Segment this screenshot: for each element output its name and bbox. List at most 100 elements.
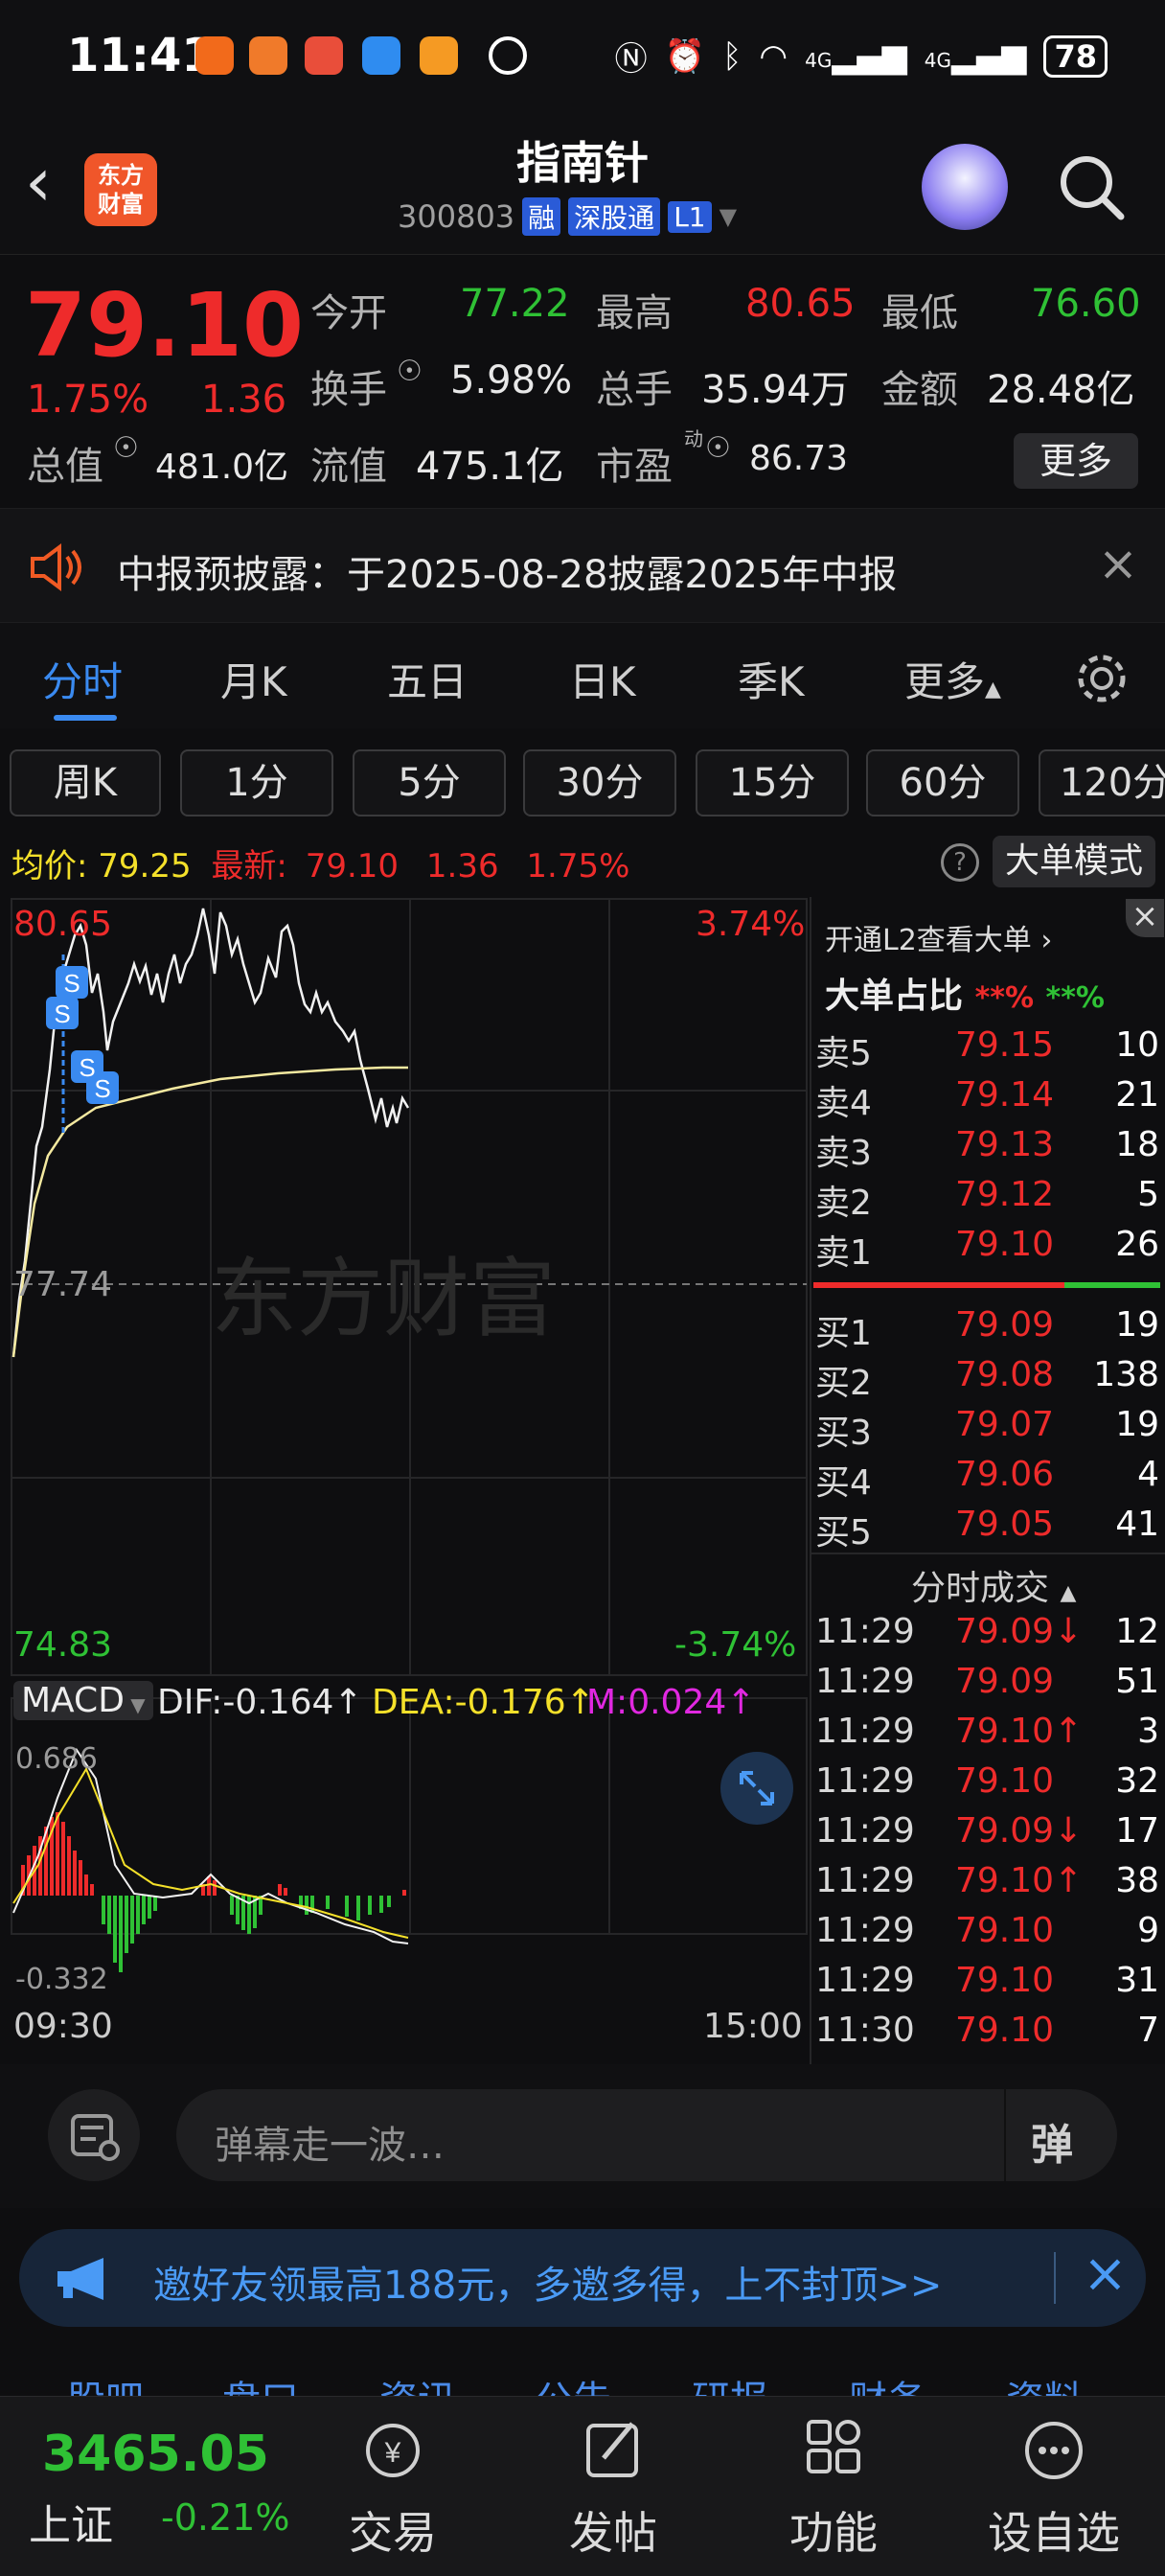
avg-price: 79.25	[98, 847, 192, 886]
help-icon[interactable]: ?	[941, 843, 979, 882]
tab-intraday[interactable]: 分时	[42, 650, 123, 708]
buy-row[interactable]: 买4 79.06 4	[810, 1455, 1159, 1505]
clock: 11:41	[67, 29, 214, 82]
buy-row[interactable]: 买3 79.07 19	[810, 1405, 1159, 1455]
big-order-ratio: 大单占比 **% **%	[825, 977, 1105, 1016]
float-cap-label: 流值	[310, 445, 387, 489]
tab-daily-k[interactable]: 日K	[569, 650, 636, 708]
invite-text: 邀好友领最高188元，多邀多得，上不封顶>>	[153, 2264, 943, 2308]
macd-dif: DIF:-0.164↑	[157, 1683, 363, 1722]
high-value: 80.65	[745, 282, 856, 326]
signal-icon: 4G▂▄▆	[805, 36, 907, 76]
tab-five-day[interactable]: 五日	[387, 650, 468, 708]
settings-gear-icon[interactable]	[1073, 650, 1131, 707]
chart-canvas: S S S S 东方财富	[11, 898, 808, 1972]
close-icon[interactable]: ×	[1098, 536, 1138, 591]
info-icon[interactable]: ☉	[113, 431, 139, 465]
danmu-bar: 弹幕走一波… 弹	[0, 2064, 1165, 2208]
trades-title[interactable]: 分时成交 ▲	[911, 1560, 1076, 1610]
tab-monthly-k[interactable]: 月K	[220, 650, 287, 708]
latest-label: 最新:	[211, 847, 287, 886]
margin-tag: 融	[522, 197, 561, 236]
period-5min[interactable]: 5分	[353, 749, 506, 816]
float-cap-value: 475.1亿	[416, 445, 564, 489]
danmu-toggle-button[interactable]: 弹	[1031, 2110, 1073, 2172]
app-notification-icon	[362, 36, 400, 75]
ratio-bar-red	[813, 1282, 1064, 1288]
search-icon[interactable]	[1056, 151, 1127, 222]
trade-row: 11:29 79.10 31	[815, 1961, 1159, 2000]
amount-value: 28.48亿	[987, 368, 1135, 412]
period-15min[interactable]: 15分	[696, 749, 849, 816]
info-icon[interactable]: ☉	[705, 431, 731, 465]
sell-row[interactable]: 卖1 79.10 26	[810, 1225, 1159, 1275]
indicator-selector[interactable]: MACD ▼	[13, 1681, 153, 1720]
buy-row[interactable]: 买5 79.05 41	[810, 1505, 1159, 1554]
nav-functions[interactable]: 功能	[766, 2416, 901, 2562]
close-icon[interactable]: ×	[1126, 899, 1164, 937]
sell-row[interactable]: 卖4 79.14 21	[810, 1075, 1159, 1125]
quote-panel: 79.10 1.75% 1.36 今开 77.22 最高 80.65 最低 76…	[0, 254, 1165, 508]
index-name[interactable]: 上证	[29, 2491, 113, 2552]
trade-row: 11:29 79.10↑ 3	[815, 1712, 1159, 1751]
low-value: 76.60	[1031, 282, 1141, 326]
detail-tabs: 股吧 盘口 资讯 公告 研报 财务 资料	[0, 2344, 1165, 2402]
pe-label: 市盈	[596, 445, 673, 489]
period-30min[interactable]: 30分	[523, 749, 676, 816]
invite-banner[interactable]: 邀好友领最高188元，多邀多得，上不封顶>> ×	[19, 2229, 1146, 2327]
info-icon[interactable]: ☉	[397, 355, 423, 388]
notice-bar[interactable]: 中报预披露：于2025-08-28披露2025年中报 ×	[0, 508, 1165, 623]
svg-text:¥: ¥	[384, 2437, 401, 2469]
edit-icon	[586, 2422, 638, 2477]
sell-row[interactable]: 卖3 79.13 18	[810, 1125, 1159, 1175]
danmu-input[interactable]: 弹幕走一波… 弹	[176, 2089, 1117, 2181]
tab-quarterly-k[interactable]: 季K	[738, 650, 805, 708]
svg-text:S: S	[79, 1053, 95, 1082]
l2-upgrade-link[interactable]: 开通L2查看大单 ›	[825, 916, 1052, 958]
megaphone-icon	[57, 2258, 103, 2300]
period-60min[interactable]: 60分	[866, 749, 1019, 816]
period-1min[interactable]: 1分	[180, 749, 333, 816]
more-button[interactable]: 更多	[1014, 433, 1138, 489]
buy-row[interactable]: 买1 79.09 19	[810, 1305, 1159, 1355]
tab-more[interactable]: 更多▲	[904, 650, 1001, 708]
buy-row[interactable]: 买2 79.08 138	[810, 1355, 1159, 1405]
low-label: 最低	[881, 291, 958, 335]
assistant-robot-icon[interactable]	[922, 144, 1008, 230]
nfc-icon: Ⓝ	[614, 40, 648, 79]
nav-add-watchlist[interactable]: 设自选	[968, 2416, 1140, 2562]
time-start: 09:30	[13, 2007, 113, 2046]
danmu-list-button[interactable]	[48, 2089, 140, 2181]
sell-row[interactable]: 卖5 79.15 10	[810, 1025, 1159, 1075]
price-info-row: 均价: 79.25 最新: 79.10 1.36 1.75%	[11, 840, 629, 886]
amount-label: 金额	[881, 368, 958, 412]
turnover-value: 5.98%	[450, 358, 573, 402]
svg-text:S: S	[94, 1074, 110, 1103]
index-value[interactable]: 3465.05	[42, 2426, 269, 2483]
grid-icon	[807, 2420, 860, 2473]
connect-tag: 深股通	[568, 197, 661, 236]
battery-icon: 78	[1043, 34, 1108, 78]
latest-change: 1.36	[425, 847, 499, 886]
nav-post[interactable]: 发帖	[546, 2416, 680, 2562]
sell-row[interactable]: 卖2 79.12 5	[810, 1175, 1159, 1225]
nav-trade[interactable]: ¥ 交易	[326, 2416, 460, 2562]
trade-row: 11:29 79.10↑ 38	[815, 1861, 1159, 1900]
more-dots-icon	[1025, 2422, 1083, 2479]
svg-text:S: S	[63, 969, 80, 998]
close-icon[interactable]: ×	[1083, 2242, 1128, 2305]
danmu-placeholder: 弹幕走一波…	[215, 2124, 445, 2168]
bottom-bar: 3465.05 上证 -0.21% ¥ 交易 发帖 功能 设自选	[0, 2396, 1165, 2576]
nav-add-watchlist-label: 设自选	[988, 2507, 1120, 2559]
period-weekly[interactable]: 周K	[10, 749, 161, 816]
bluetooth-icon: ᛒ	[722, 36, 742, 76]
last-price: 79.10	[25, 274, 305, 377]
chart-low-percent: -3.74%	[674, 1625, 797, 1665]
period-120min[interactable]: 120分	[1039, 749, 1165, 816]
stock-code-line[interactable]: 300803 融 深股通 L1 ▼	[398, 197, 737, 236]
app-notification-icon	[489, 36, 527, 75]
tab-indicator	[54, 715, 117, 721]
change-percent: 1.75%	[27, 378, 149, 422]
speaker-icon	[31, 543, 81, 591]
big-order-mode-button[interactable]: 大单模式	[993, 836, 1155, 887]
